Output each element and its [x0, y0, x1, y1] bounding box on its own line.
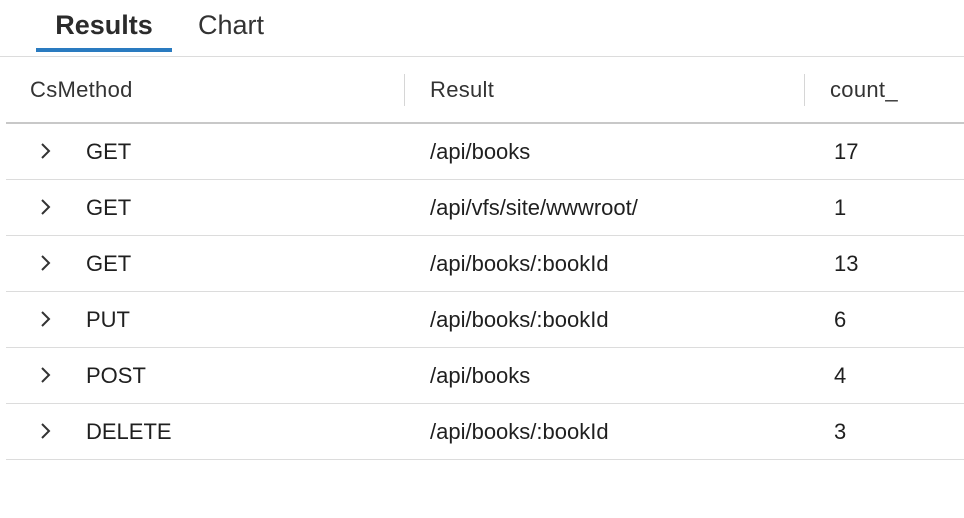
tab-results[interactable]: Results: [36, 6, 172, 52]
cell-count: 13: [834, 251, 859, 276]
cell-csmethod: GET: [86, 251, 132, 276]
tab-chart[interactable]: Chart: [184, 6, 278, 52]
cell-csmethod: POST: [86, 363, 146, 388]
table-row[interactable]: GET /api/books/:bookId 13: [6, 236, 964, 292]
table-row[interactable]: POST /api/books 4: [6, 348, 964, 404]
cell-result: /api/books/:bookId: [430, 251, 609, 276]
column-header-count[interactable]: count_: [830, 58, 898, 122]
results-table: CsMethod Result count_ GET /api/books 17…: [6, 58, 964, 460]
cell-count: 6: [834, 307, 847, 332]
column-header-result[interactable]: Result: [430, 58, 494, 122]
cell-csmethod: GET: [86, 139, 132, 164]
cell-count: 4: [834, 363, 847, 388]
column-resize-handle[interactable]: [804, 74, 805, 106]
cell-result: /api/vfs/site/wwwroot/: [430, 195, 638, 220]
table-header: CsMethod Result count_: [6, 58, 964, 124]
cell-count: 3: [834, 419, 847, 444]
column-header-csmethod[interactable]: CsMethod: [30, 58, 133, 122]
cell-result: /api/books: [430, 139, 531, 164]
chevron-right-icon[interactable]: [34, 364, 56, 386]
chevron-right-icon[interactable]: [34, 196, 56, 218]
table-row[interactable]: GET /api/books 17: [6, 124, 964, 180]
table-row[interactable]: PUT /api/books/:bookId 6: [6, 292, 964, 348]
column-resize-handle[interactable]: [404, 74, 405, 106]
cell-csmethod: DELETE: [86, 419, 172, 444]
chevron-right-icon[interactable]: [34, 308, 56, 330]
cell-result: /api/books/:bookId: [430, 419, 609, 444]
results-tab-bar: Results Chart: [0, 0, 964, 57]
cell-count: 1: [834, 195, 847, 220]
cell-csmethod: PUT: [86, 307, 130, 332]
table-row[interactable]: DELETE /api/books/:bookId 3: [6, 404, 964, 460]
table-row[interactable]: GET /api/vfs/site/wwwroot/ 1: [6, 180, 964, 236]
cell-result: /api/books/:bookId: [430, 307, 609, 332]
chevron-right-icon[interactable]: [34, 252, 56, 274]
cell-csmethod: GET: [86, 195, 132, 220]
cell-result: /api/books: [430, 363, 531, 388]
chevron-right-icon[interactable]: [34, 420, 56, 442]
cell-count: 17: [834, 139, 859, 164]
chevron-right-icon[interactable]: [34, 140, 56, 162]
